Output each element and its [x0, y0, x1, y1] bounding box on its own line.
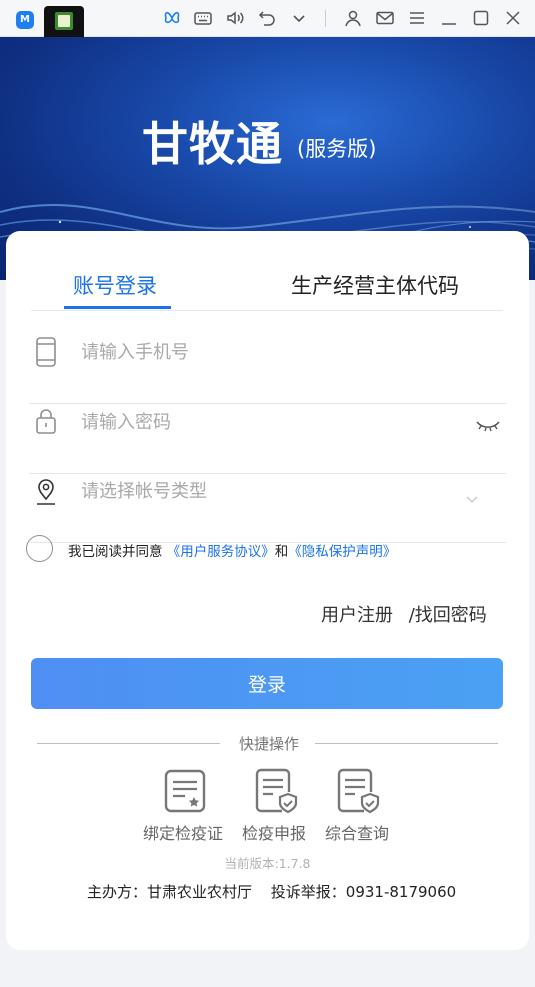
app-title: 甘牧通 [142, 117, 283, 171]
chevron-down-icon [466, 489, 478, 503]
complaint-phone-text: 投诉举报：0931-8179060 [270, 883, 457, 901]
tab-account-login[interactable]: 账号登录 [73, 270, 157, 300]
login-button[interactable]: 登录 [31, 658, 503, 709]
agreement-prefix: 我已阅读并同意 [68, 544, 163, 560]
retrieve-password-link[interactable]: /找回密码 [409, 601, 487, 627]
window-titlebar: M [0, 0, 535, 37]
document-shield-icon[interactable] [334, 768, 380, 814]
minimize-icon[interactable] [439, 8, 459, 28]
toolbar-divider [325, 10, 326, 27]
tab-divider [31, 310, 503, 311]
keyboard-icon[interactable] [193, 8, 213, 28]
register-link[interactable]: 用户注册 [321, 601, 393, 627]
volume-icon[interactable] [225, 8, 245, 28]
undo-icon[interactable] [257, 8, 277, 28]
agreement-and: 和 [274, 544, 289, 560]
eye-closed-icon[interactable] [475, 418, 501, 434]
app-logo-icon[interactable]: M [16, 11, 34, 29]
document-shield-icon[interactable] [252, 768, 298, 814]
footer: 主办方：甘肃农业农村厅 投诉举报：0931-8179060 [87, 881, 456, 902]
password-input[interactable] [81, 406, 461, 438]
quick-ops-line-right [315, 743, 498, 744]
certificate-star-icon[interactable] [162, 768, 208, 814]
password-field [29, 406, 506, 474]
menu-icon[interactable] [407, 8, 427, 28]
organizer-text: 主办方：甘肃农业农村厅 [87, 883, 253, 901]
chevron-down-icon[interactable] [289, 8, 309, 28]
app-tab[interactable] [44, 6, 84, 37]
quick-op-bind-certificate[interactable]: 绑定检疫证 [143, 820, 223, 844]
version-text: 当前版本:1.7.8 [224, 856, 311, 871]
app-tab-thumbnail-inner [58, 15, 70, 27]
quick-ops-line-left [37, 743, 220, 744]
user-icon[interactable] [343, 8, 363, 28]
agreement-text: 我已阅读并同意 《用户服务协议》和《隐私保护声明》 [68, 540, 396, 560]
user-agreement-link[interactable]: 《用户服务协议》 [167, 544, 275, 560]
account-type-input[interactable] [81, 475, 461, 507]
tab-entity-code[interactable]: 生产经营主体代码 [291, 270, 459, 300]
privacy-statement-link[interactable]: 《隐私保护声明》 [288, 544, 396, 560]
account-links: 用户注册 /找回密码 [321, 601, 487, 627]
close-icon[interactable] [503, 8, 523, 28]
app-subtitle: (服务版) [297, 137, 377, 161]
lock-icon [34, 406, 58, 438]
agreement-radio[interactable] [26, 535, 53, 562]
phone-input[interactable] [81, 336, 461, 368]
phone-field [29, 336, 506, 404]
maximize-icon[interactable] [471, 8, 491, 28]
butterfly-icon[interactable] [162, 8, 182, 28]
quick-op-comprehensive-query[interactable]: 综合查询 [325, 820, 389, 844]
quick-ops-title: 快捷操作 [238, 735, 299, 753]
mail-icon[interactable] [375, 8, 395, 28]
active-tab-indicator [64, 306, 171, 309]
location-pin-icon [34, 475, 58, 507]
quick-op-quarantine-declare[interactable]: 检疫申报 [242, 820, 306, 844]
account-type-select[interactable] [29, 475, 506, 543]
phone-icon [34, 336, 58, 368]
